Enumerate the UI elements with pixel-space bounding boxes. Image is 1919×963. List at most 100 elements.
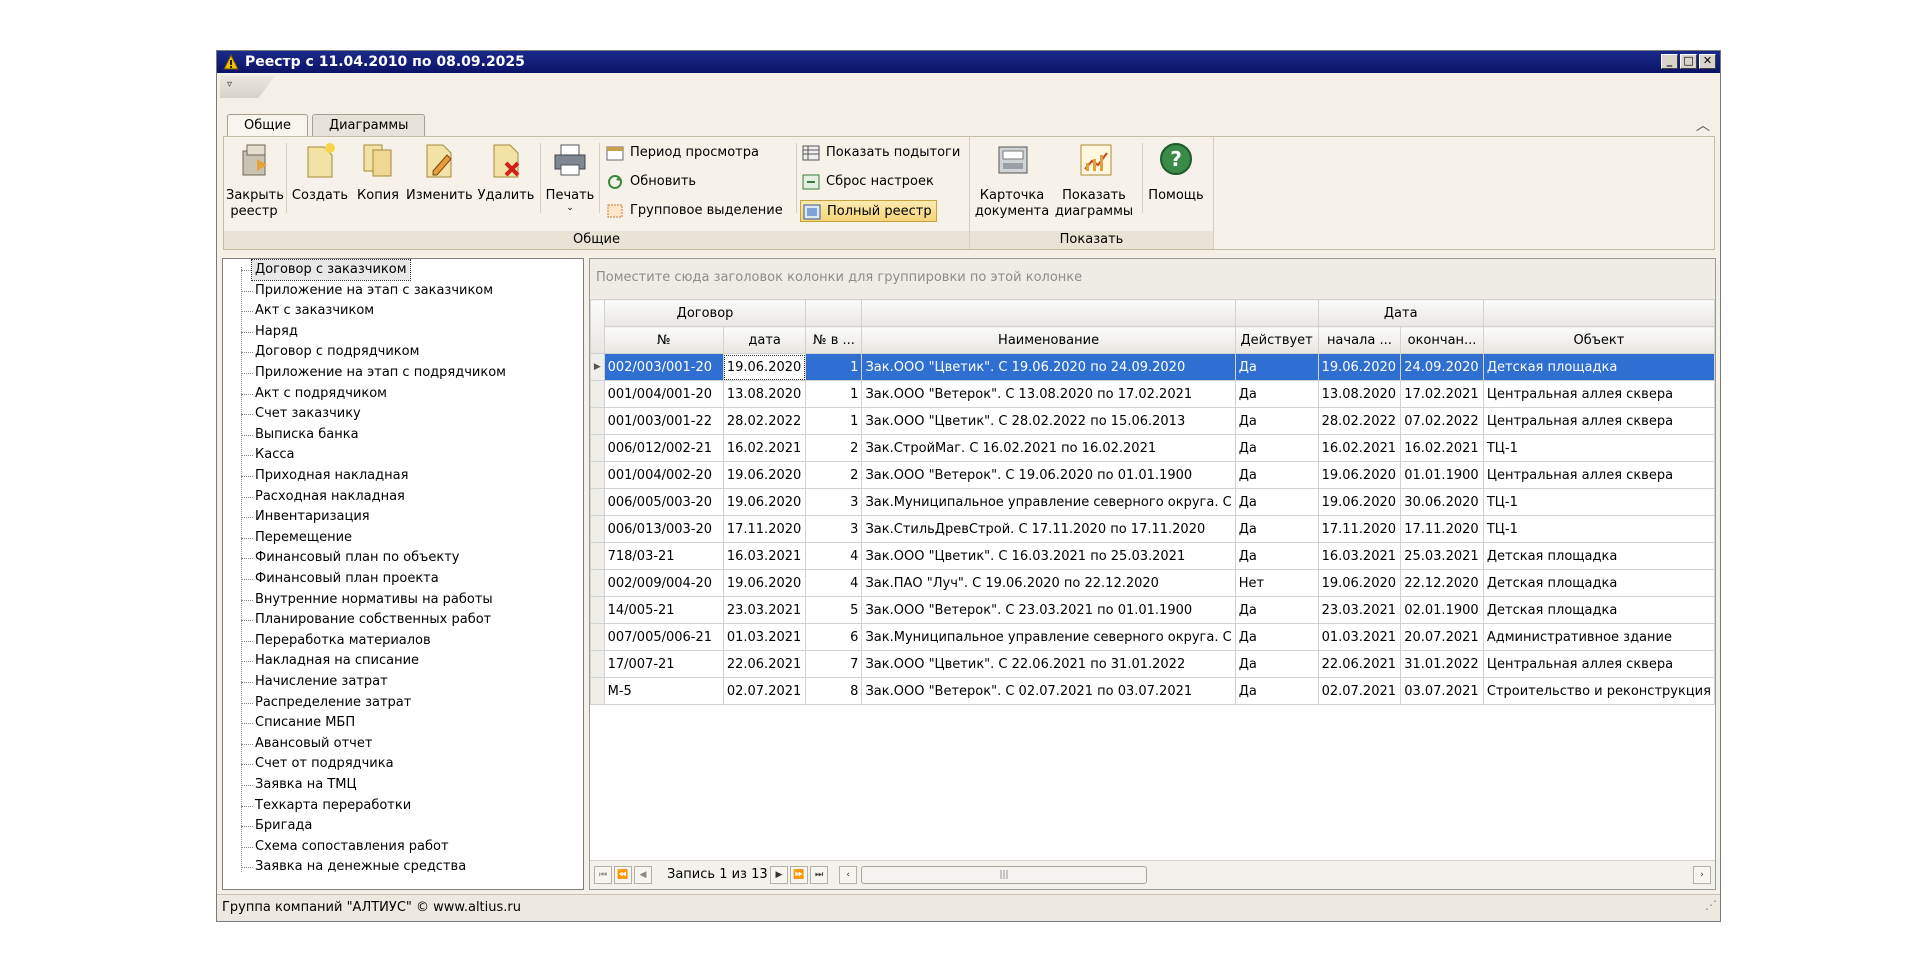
table-cell[interactable]: 002/003/001-20 [603,353,724,381]
table-cell[interactable]: 20.07.2021 [1400,623,1484,651]
table-cell[interactable]: 19.06.2020 [722,569,807,597]
full-registry-button[interactable]: Полный реестр [800,200,937,222]
row-indicator[interactable] [590,542,605,570]
column-header[interactable]: дата [722,326,807,354]
table-cell[interactable]: 01.03.2021 [722,623,807,651]
table-cell[interactable]: 14/005-21 [603,596,724,624]
table-cell[interactable]: 07.02.2022 [1400,407,1484,435]
table-cell[interactable]: Да [1234,596,1319,624]
table-cell[interactable]: Зак.ООО "Цветик". С 19.06.2020 по 24.09.… [861,353,1236,381]
prev-page-button[interactable]: ⏪ [614,866,632,884]
table-cell[interactable]: Строительство и реконструкция [1482,677,1715,705]
tree-item[interactable]: Заявка на ТМЦ [255,775,357,795]
table-cell[interactable]: 2 [805,461,863,489]
tree-item[interactable]: Приложение на этап с подрядчиком [255,363,506,383]
table-cell[interactable]: Зак.ООО "Ветерок". С 23.03.2021 по 01.01… [861,596,1236,624]
column-header[interactable]: начала ... [1317,326,1402,354]
tree-item[interactable]: Накладная на списание [255,651,419,671]
table-row[interactable]: 006/005/003-20 19.06.2020 3 Зак.Муниципальн… [590,488,1715,516]
table-cell[interactable]: 19.06.2020 [722,461,807,489]
table-cell[interactable]: 17.02.2021 [1400,380,1484,408]
refresh-button[interactable]: Обновить [604,171,696,193]
table-cell[interactable]: 16.03.2021 [722,542,807,570]
table-cell[interactable]: 006/013/003-20 [603,515,724,543]
table-cell[interactable]: 02.07.2021 [1317,677,1402,705]
table-cell[interactable]: 31.01.2022 [1400,650,1484,678]
table-cell[interactable]: 28.02.2022 [1317,407,1402,435]
table-cell[interactable]: Зак.ООО "Цветик". С 16.03.2021 по 25.03.… [861,542,1236,570]
scroll-left-button[interactable]: ‹ [839,866,857,884]
reset-settings-button[interactable]: Сброс настроек [800,171,934,193]
table-cell[interactable]: Зак.ПАО "Луч". С 19.06.2020 по 22.12.202… [861,569,1236,597]
tree-item[interactable]: Начисление затрат [255,672,388,692]
table-cell[interactable]: Центральная аллея сквера [1482,380,1715,408]
row-indicator[interactable] [590,569,605,597]
show-totals-button[interactable]: Показать подытоги [800,142,960,164]
minimize-button[interactable]: _ [1661,54,1678,69]
table-cell[interactable]: Да [1234,488,1319,516]
table-cell[interactable]: Центральная аллея сквера [1482,407,1715,435]
tree-item[interactable]: Договор с подрядчиком [255,342,419,362]
table-cell[interactable]: 1 [805,407,863,435]
row-indicator[interactable] [590,380,605,408]
maximize-button[interactable]: □ [1680,54,1697,69]
table-cell[interactable]: 001/004/001-20 [603,380,724,408]
table-cell[interactable]: Центральная аллея сквера [1482,650,1715,678]
table-cell[interactable]: 30.06.2020 [1400,488,1484,516]
tab-general[interactable]: Общие [227,114,308,137]
tree-item[interactable]: Приходная накладная [255,466,408,486]
table-cell[interactable]: 22.12.2020 [1400,569,1484,597]
table-cell[interactable]: М-5 [603,677,724,705]
row-indicator[interactable] [590,677,605,705]
tree-item[interactable]: Техкарта переработки [255,796,411,816]
next-record-button[interactable]: ▶ [770,866,788,884]
table-cell[interactable]: Зак.ООО "Цветик". С 22.06.2021 по 31.01.… [861,650,1236,678]
row-indicator[interactable] [590,434,605,462]
table-cell[interactable]: 17.11.2020 [1317,515,1402,543]
resize-grip-icon[interactable]: ⋰ [1705,892,1717,918]
table-cell[interactable]: 19.06.2020 [1317,569,1402,597]
row-indicator[interactable] [590,515,605,543]
scroll-right-button[interactable]: › [1693,866,1711,884]
tree-item[interactable]: Заявка на денежные средства [255,857,466,877]
row-indicator[interactable] [590,488,605,516]
tree-item[interactable]: Акт с подрядчиком [255,384,387,404]
table-cell[interactable]: 19.06.2020 [722,488,807,516]
table-cell[interactable]: 1 [805,353,863,381]
table-cell[interactable]: Да [1234,434,1319,462]
table-cell[interactable]: 25.03.2021 [1400,542,1484,570]
table-cell[interactable]: Да [1234,380,1319,408]
tree-item[interactable]: Распределение затрат [255,693,411,713]
table-row[interactable]: ▶ 002/003/001-20 19.06.2020 1 Зак.ООО "Цвети… [590,353,1715,381]
table-row[interactable]: 007/005/006-21 01.03.2021 6 Зак.Муниципальн… [590,623,1715,651]
table-cell[interactable]: 1 [805,380,863,408]
table-cell[interactable]: Административное здание [1482,623,1715,651]
table-cell[interactable]: 16.02.2021 [722,434,807,462]
table-cell[interactable]: 01.01.1900 [1400,461,1484,489]
tree-item[interactable]: Счет от подрядчика [255,754,394,774]
table-cell[interactable]: Детская площадка [1482,569,1715,597]
table-cell[interactable]: 23.03.2021 [1317,596,1402,624]
first-record-button[interactable]: ⏮ [594,866,612,884]
print-button[interactable]: Печать ⌄ [544,141,596,213]
tree-item[interactable]: Выписка банка [255,425,359,445]
band-date[interactable]: Дата [1317,299,1484,327]
tree-item[interactable]: Счет заказчику [255,404,361,424]
table-row[interactable]: М-5 02.07.2021 8 Зак.ООО "Ветерок". С 02.07… [590,677,1715,705]
table-cell[interactable]: 02.07.2021 [722,677,807,705]
table-cell[interactable]: 4 [805,569,863,597]
column-header[interactable]: № в ... [805,326,863,354]
edit-button[interactable]: Изменить [406,141,473,204]
column-header[interactable]: № [603,326,724,354]
table-cell[interactable]: 03.07.2021 [1400,677,1484,705]
tree-item[interactable]: Приложение на этап с заказчиком [255,281,493,301]
table-cell[interactable]: Детская площадка [1482,596,1715,624]
tree-item[interactable]: Перемещение [255,528,352,548]
group-select-button[interactable]: Групповое выделение [604,200,783,222]
table-cell[interactable]: Да [1234,515,1319,543]
column-header[interactable]: Наименование [861,326,1236,354]
table-cell[interactable]: 13.08.2020 [722,380,807,408]
row-indicator[interactable] [590,407,605,435]
table-cell[interactable]: 006/005/003-20 [603,488,724,516]
table-cell[interactable]: Детская площадка [1482,542,1715,570]
